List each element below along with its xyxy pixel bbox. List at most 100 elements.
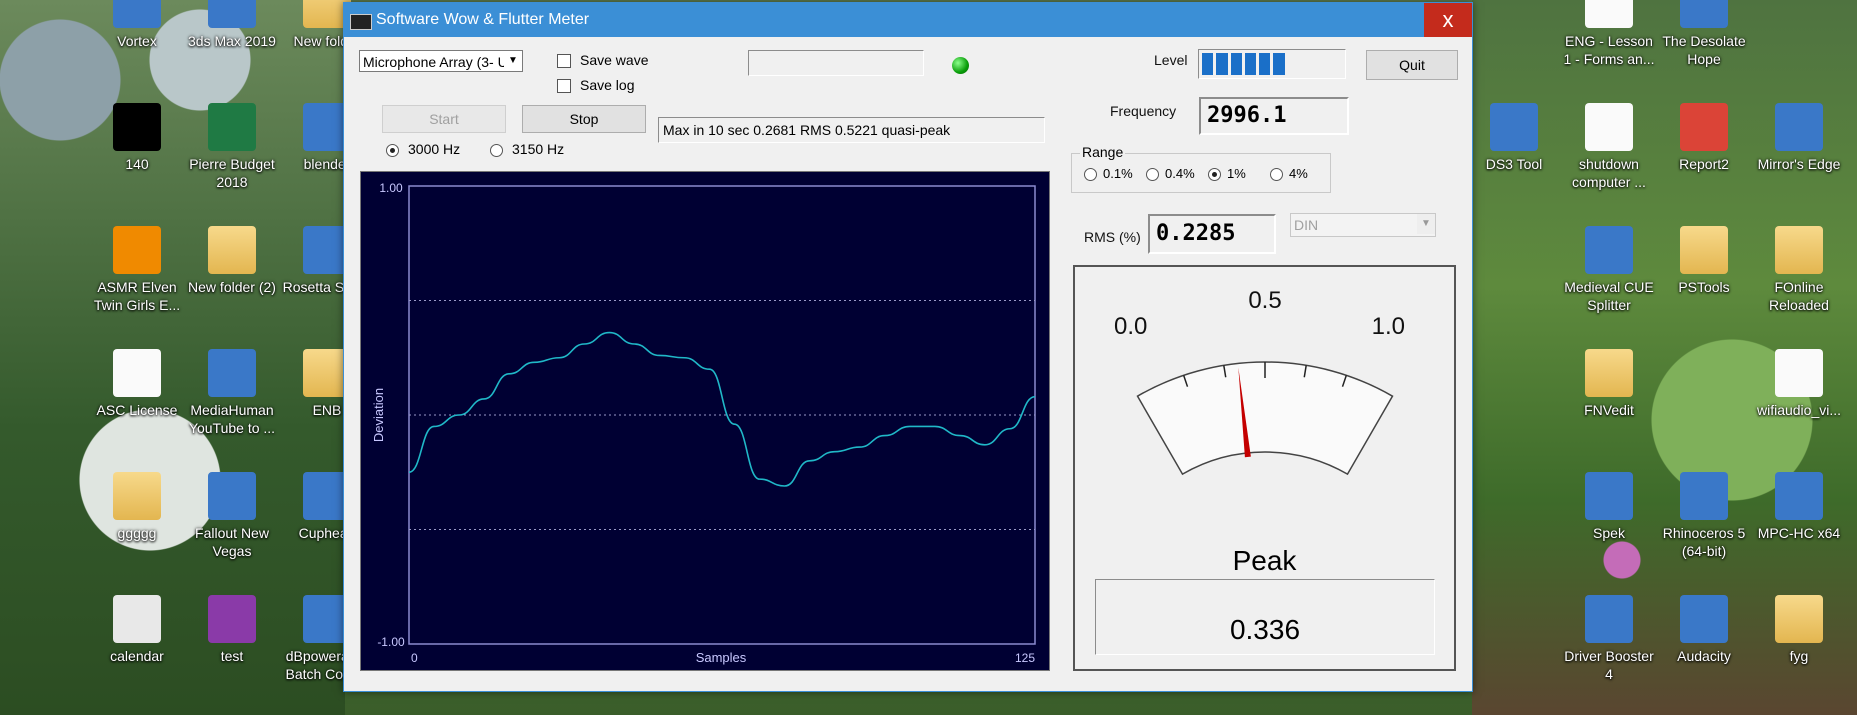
desktop-icon-label: ggggg xyxy=(117,525,157,541)
folder-icon xyxy=(1775,226,1823,274)
desktop-icon[interactable]: DS3 Tool xyxy=(1466,103,1562,173)
desktop-icon[interactable]: Rhinoceros 5 (64-bit) xyxy=(1656,472,1752,560)
radio-3000hz-label: 3000 Hz xyxy=(408,141,461,157)
level-segment xyxy=(1273,53,1285,75)
desktop-icon-label: Mirror's Edge xyxy=(1757,156,1841,172)
doc-icon xyxy=(1775,349,1823,397)
desktop-icon[interactable]: PSTools xyxy=(1656,226,1752,296)
radio-checked-icon[interactable] xyxy=(386,143,399,157)
desktop-icon[interactable]: Spek xyxy=(1561,472,1657,542)
checkbox-icon[interactable] xyxy=(557,79,571,94)
desktop-icon-label: shutdown computer ... xyxy=(1572,156,1646,190)
desktop-icon[interactable]: MediaHuman YouTube to ... xyxy=(184,349,280,437)
doc-icon xyxy=(1585,103,1633,151)
gridlines xyxy=(409,300,1035,530)
app-icon xyxy=(350,14,372,30)
range-option[interactable]: 0.4% xyxy=(1146,166,1195,182)
radio-unchecked-icon[interactable] xyxy=(1084,168,1097,182)
meter-scale-left: 0.0 xyxy=(1114,313,1147,340)
desktop-icon[interactable]: ENG - Lesson 1 - Forms an... xyxy=(1561,0,1657,68)
peak-value-box: 0.336 xyxy=(1095,579,1435,655)
x-tick-right: 125 xyxy=(1015,651,1035,665)
desktop-icon[interactable]: FNVedit xyxy=(1561,349,1657,419)
level-bar xyxy=(1202,53,1342,75)
desktop-icon-label: Spek xyxy=(1593,525,1625,541)
excel-icon xyxy=(208,103,256,151)
desktop-icon[interactable]: Medieval CUE Splitter xyxy=(1561,226,1657,314)
desktop-icon[interactable]: Fallout New Vegas xyxy=(184,472,280,560)
level-segment xyxy=(1216,53,1228,75)
radio-unchecked-icon[interactable] xyxy=(490,143,503,157)
radio-3150hz[interactable]: 3150 Hz xyxy=(490,141,564,157)
desktop-icon[interactable]: 3ds Max 2019 xyxy=(184,0,280,50)
radio-3000hz[interactable]: 3000 Hz xyxy=(386,141,460,157)
checkbox-icon[interactable] xyxy=(557,54,571,69)
deviation-series-line xyxy=(408,331,1036,487)
desktop-icon[interactable]: calendar xyxy=(89,595,185,665)
device-select-value: Microphone Array (3- US xyxy=(363,54,518,70)
desktop-icon-label: test xyxy=(220,648,244,664)
radio-unchecked-icon[interactable] xyxy=(1146,168,1159,182)
chart-svg: 1.00 -1.00 0 125 Samples Deviation xyxy=(371,181,1036,665)
save-log-checkbox[interactable]: Save log xyxy=(557,77,635,94)
desktop-icon-label: DS3 Tool xyxy=(1485,156,1543,172)
app-icon xyxy=(208,349,256,397)
desktop-icon[interactable]: Report2 xyxy=(1656,103,1752,173)
black-icon xyxy=(113,103,161,151)
desktop-icon[interactable]: shutdown computer ... xyxy=(1561,103,1657,191)
chevron-down-icon[interactable]: ▼ xyxy=(1417,214,1435,234)
desktop-icon[interactable]: test xyxy=(184,595,280,665)
desktop-icon[interactable]: Driver Booster 4 xyxy=(1561,595,1657,683)
desktop-icon[interactable]: Vortex xyxy=(89,0,185,50)
level-segment xyxy=(1288,53,1299,75)
desktop-icon[interactable]: ASMR Elven Twin Girls E... xyxy=(89,226,185,314)
title-bar[interactable]: Software Wow & Flutter Meter x xyxy=(344,3,1472,37)
radio-unchecked-icon[interactable] xyxy=(1270,168,1283,182)
desktop-icon-label: FNVedit xyxy=(1584,402,1634,418)
desktop-icon[interactable]: fyg xyxy=(1751,595,1847,665)
desktop-icon[interactable]: The Desolate Hope xyxy=(1656,0,1752,68)
range-option[interactable]: 4% xyxy=(1270,166,1308,182)
desktop-icon-label: PSTools xyxy=(1678,279,1730,295)
desktop-icon-label: 3ds Max 2019 xyxy=(188,33,276,49)
meter-scale-right: 1.0 xyxy=(1372,313,1405,340)
desktop-icon-label: Audacity xyxy=(1677,648,1731,664)
weighting-select[interactable]: DIN ▼ xyxy=(1290,213,1436,237)
desktop-icon-label: fyg xyxy=(1789,648,1809,664)
desktop-icon-label: Report2 xyxy=(1679,156,1729,172)
level-segment xyxy=(1259,53,1271,75)
quit-button[interactable]: Quit xyxy=(1366,50,1458,80)
pdf-icon xyxy=(113,595,161,643)
radio-checked-icon[interactable] xyxy=(1208,168,1221,182)
desktop-icon[interactable]: Mirror's Edge xyxy=(1751,103,1847,173)
doc-icon xyxy=(1585,0,1633,28)
folder-icon xyxy=(1585,349,1633,397)
desktop-icon[interactable]: Audacity xyxy=(1656,595,1752,665)
stop-button[interactable]: Stop xyxy=(522,105,646,133)
app-icon xyxy=(1680,0,1728,28)
range-option[interactable]: 1% xyxy=(1208,166,1246,182)
desktop-icon[interactable]: wifiaudio_vi... xyxy=(1751,349,1847,419)
wow-flutter-window: Software Wow & Flutter Meter x Microphon… xyxy=(343,2,1473,692)
desktop-icon-label: MPC-HC x64 xyxy=(1757,525,1841,541)
desktop-icon[interactable]: MPC-HC x64 xyxy=(1751,472,1847,542)
meter-svg: 0.0 0.5 1.0 xyxy=(1114,287,1405,476)
desktop-icon[interactable]: New folder (2) xyxy=(184,226,280,296)
range-option-label: 4% xyxy=(1289,166,1308,181)
desktop-icon[interactable]: ggggg xyxy=(89,472,185,542)
save-log-label: Save log xyxy=(580,77,635,93)
weighting-select-value: DIN xyxy=(1294,217,1319,233)
desktop-icon[interactable]: 140 xyxy=(89,103,185,173)
desktop-icon[interactable]: FOnline Reloaded xyxy=(1751,226,1847,314)
start-button[interactable]: Start xyxy=(382,105,506,133)
close-button[interactable]: x xyxy=(1424,3,1472,37)
chevron-down-icon[interactable]: ▼ xyxy=(504,51,522,71)
save-wave-checkbox[interactable]: Save wave xyxy=(557,52,648,69)
folder-icon xyxy=(113,472,161,520)
desktop-icon[interactable]: Pierre Budget 2018 xyxy=(184,103,280,191)
device-select[interactable]: Microphone Array (3- US ▼ xyxy=(359,50,523,72)
desktop-icon[interactable]: ASC License xyxy=(89,349,185,419)
desktop-icon-label: ASMR Elven Twin Girls E... xyxy=(93,279,181,313)
range-option[interactable]: 0.1% xyxy=(1084,166,1133,182)
level-segment xyxy=(1202,53,1214,75)
